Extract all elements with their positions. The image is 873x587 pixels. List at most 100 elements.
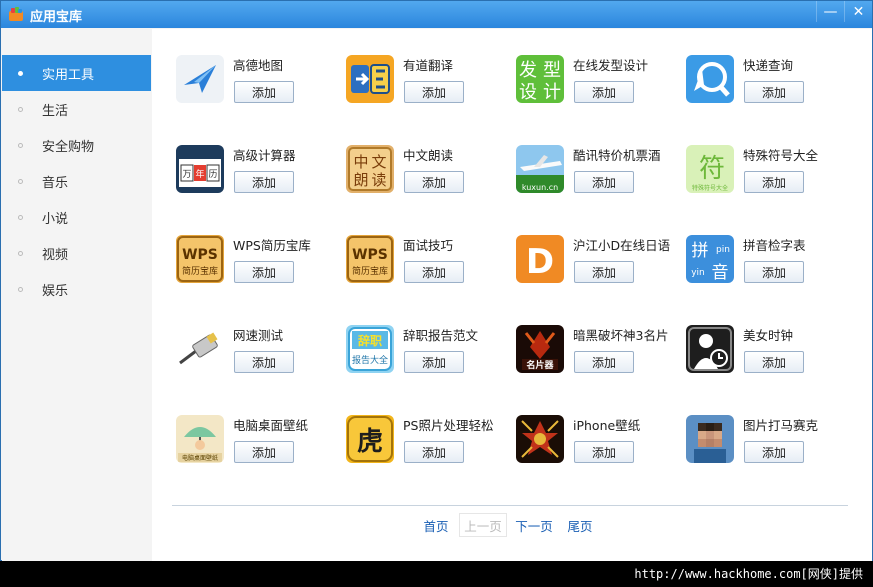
- app-card: WPS 简历宝库 面试技巧 添加: [346, 235, 511, 295]
- add-button[interactable]: 添加: [234, 351, 294, 373]
- bullet-icon: [18, 214, 23, 220]
- bullet-icon: [18, 250, 23, 256]
- window-title: 应用宝库: [30, 10, 83, 25]
- icon-label: 报告大全: [352, 354, 388, 366]
- resignation-report-icon[interactable]: 辞职 报告大全: [346, 325, 394, 373]
- add-button[interactable]: 添加: [744, 171, 804, 193]
- wps-interview-icon[interactable]: WPS 简历宝库: [346, 235, 394, 283]
- mosaic-face-icon[interactable]: [686, 415, 734, 463]
- add-button[interactable]: 添加: [404, 81, 464, 103]
- sidebar-item-entertainment[interactable]: 娱乐: [2, 271, 151, 307]
- page-last-link[interactable]: 尾页: [562, 513, 598, 537]
- add-button[interactable]: 添加: [574, 351, 634, 373]
- app-name: 网速测试: [233, 328, 284, 343]
- app-card: 中 文 朗 读 中文朗读 添加: [346, 145, 511, 205]
- icon-label: 电脑桌面壁纸: [182, 454, 218, 462]
- icon-char: 型: [543, 60, 561, 81]
- add-button[interactable]: 添加: [744, 261, 804, 283]
- app-card: 电脑桌面壁纸 电脑桌面壁纸 添加: [176, 415, 341, 475]
- sidebar-item-life[interactable]: 生活: [2, 91, 151, 127]
- chinese-reading-icon[interactable]: 中 文 朗 读: [346, 145, 394, 193]
- calendar-calculator-icon[interactable]: 万 年 历: [176, 145, 224, 193]
- sidebar-item-music[interactable]: 音乐: [2, 163, 151, 199]
- category-sidebar: 实用工具 生活 安全购物 音乐 小说 视频 娱乐: [2, 29, 152, 561]
- add-button[interactable]: 添加: [744, 441, 804, 463]
- app-card: 有道翻译 添加: [346, 55, 511, 115]
- app-card: WPS 简历宝库 WPS简历宝库 添加: [176, 235, 341, 295]
- app-name: 中文朗读: [403, 148, 454, 163]
- app-name: 美女时钟: [743, 328, 794, 343]
- page-next-link[interactable]: 下一页: [512, 513, 556, 537]
- icon-char: 朗: [353, 171, 368, 189]
- add-button[interactable]: 添加: [574, 171, 634, 193]
- sidebar-item-novel[interactable]: 小说: [2, 199, 151, 235]
- sidebar-item-label: 小说: [42, 211, 69, 227]
- map-plane-icon[interactable]: [176, 55, 224, 103]
- app-card: D 沪江小D在线日语 添加: [516, 235, 681, 295]
- diablo-card-icon[interactable]: 名片器: [516, 325, 564, 373]
- add-button[interactable]: 添加: [574, 81, 634, 103]
- page-prev-link: 上一页: [459, 513, 507, 537]
- sidebar-item-label: 视频: [42, 247, 69, 263]
- add-button[interactable]: 添加: [744, 351, 804, 373]
- icon-label: yin: [691, 268, 705, 278]
- add-button[interactable]: 添加: [574, 261, 634, 283]
- app-name: 图片打马赛克: [743, 418, 819, 433]
- add-button[interactable]: 添加: [744, 81, 804, 103]
- add-button[interactable]: 添加: [404, 441, 464, 463]
- symbol-icon[interactable]: 符 特殊符号大全: [686, 145, 734, 193]
- icon-label: WPS: [182, 247, 218, 263]
- add-button[interactable]: 添加: [404, 171, 464, 193]
- add-button[interactable]: 添加: [234, 441, 294, 463]
- app-name: 暗黑破坏神3名片: [573, 328, 669, 343]
- icon-label: kuxun.cn: [522, 183, 558, 192]
- app-card: 图片打马赛克 添加: [686, 415, 851, 475]
- bullet-icon: [18, 286, 23, 292]
- minimize-button[interactable]: —: [816, 1, 844, 22]
- app-card: 辞职 报告大全 辞职报告范文 添加: [346, 325, 511, 385]
- app-card: 万 年 历 高级计算器 添加: [176, 145, 341, 205]
- sidebar-item-label: 实用工具: [42, 67, 95, 83]
- sidebar-item-tools[interactable]: 实用工具: [2, 55, 151, 91]
- wallpaper-umbrella-icon[interactable]: 电脑桌面壁纸: [176, 415, 224, 463]
- close-button[interactable]: ✕: [844, 1, 872, 22]
- sidebar-item-shopping[interactable]: 安全购物: [2, 127, 151, 163]
- ornament-icon[interactable]: [516, 415, 564, 463]
- bullet-icon: [18, 106, 23, 112]
- wps-resume-icon[interactable]: WPS 简历宝库: [176, 235, 224, 283]
- network-cable-icon[interactable]: [176, 325, 224, 373]
- divider: [172, 505, 848, 506]
- app-card: 快递查询 添加: [686, 55, 851, 115]
- airplane-icon[interactable]: kuxun.cn: [516, 145, 564, 193]
- watermark-text: http://www.hackhome.com[网侠]提供: [634, 567, 863, 581]
- app-card: 发 型 设 计 在线发型设计 添加: [516, 55, 681, 115]
- app-name: 特殊符号大全: [743, 148, 819, 163]
- express-search-icon[interactable]: [686, 55, 734, 103]
- letter-d-icon[interactable]: D: [516, 235, 564, 283]
- app-card: 符 特殊符号大全 特殊符号大全 添加: [686, 145, 851, 205]
- icon-char: 发: [519, 60, 537, 81]
- icon-char: 历: [208, 169, 217, 180]
- icon-label: 特殊符号大全: [692, 184, 728, 192]
- title-bar[interactable]: 应用宝库 — ✕: [1, 1, 872, 28]
- add-button[interactable]: 添加: [404, 351, 464, 373]
- sidebar-item-video[interactable]: 视频: [2, 235, 151, 271]
- app-card: iPhone壁纸 添加: [516, 415, 681, 475]
- page-first-link[interactable]: 首页: [418, 513, 454, 537]
- add-button[interactable]: 添加: [404, 261, 464, 283]
- add-button[interactable]: 添加: [234, 261, 294, 283]
- icon-char: 符: [699, 154, 725, 184]
- clock-person-icon[interactable]: [686, 325, 734, 373]
- add-button[interactable]: 添加: [574, 441, 634, 463]
- hair-design-icon[interactable]: 发 型 设 计: [516, 55, 564, 103]
- tiger-char-icon[interactable]: 虎: [346, 415, 394, 463]
- icon-char: 计: [543, 82, 561, 103]
- pinyin-icon[interactable]: 拼 pin yin 音: [686, 235, 734, 283]
- translate-icon[interactable]: [346, 55, 394, 103]
- add-button[interactable]: 添加: [234, 81, 294, 103]
- icon-label: pin: [716, 245, 730, 255]
- app-name: 辞职报告范文: [403, 328, 479, 343]
- bullet-icon: [18, 142, 23, 148]
- add-button[interactable]: 添加: [234, 171, 294, 193]
- app-grid-panel: 高德地图 添加 有道翻译 添加 发 型 设 计 在线发型设计 添加 快递查询 添…: [152, 29, 872, 561]
